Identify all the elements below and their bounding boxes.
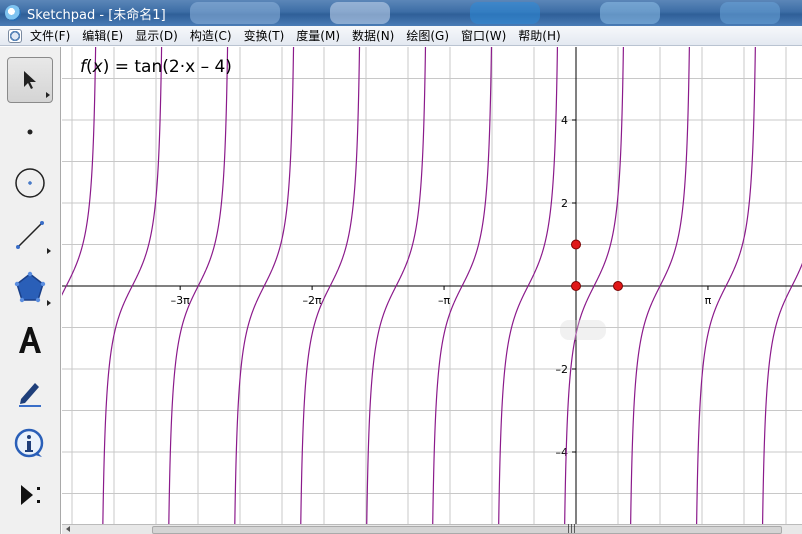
x-tick-label: π: [705, 294, 712, 307]
scroll-left-arrow-icon[interactable]: [66, 526, 70, 532]
info-icon: [14, 428, 44, 458]
polygon-tool[interactable]: [7, 264, 53, 310]
menu-window[interactable]: 窗口(W): [461, 27, 506, 44]
menu-edit[interactable]: 编辑(E): [82, 27, 123, 44]
text-tool[interactable]: [7, 317, 53, 363]
function-name: f: [80, 57, 86, 77]
control-point[interactable]: [613, 281, 623, 291]
point-icon: [27, 129, 33, 135]
document-icon[interactable]: [8, 28, 22, 43]
x-tick-label: –π: [438, 294, 451, 307]
menu-transform[interactable]: 变换(T): [244, 27, 285, 44]
hover-bubble: [560, 320, 606, 340]
window-title: Sketchpad - [未命名1]: [27, 7, 166, 23]
sketchpad-app-icon: [5, 5, 21, 21]
desktop-reflection: [330, 2, 390, 24]
menu-display[interactable]: 显示(D): [135, 27, 178, 44]
horizontal-scrollbar[interactable]: |||: [62, 524, 802, 534]
menu-construct[interactable]: 构造(C): [190, 27, 232, 44]
y-tick-label: 4: [561, 114, 568, 127]
menu-help[interactable]: 帮助(H): [518, 27, 560, 44]
x-tick-label: –3π: [171, 294, 190, 307]
marker-icon: [19, 383, 41, 407]
function-label[interactable]: f(x) = tan(2·x – 4): [80, 57, 232, 77]
scrollbar-grip-icon: |||: [567, 524, 577, 534]
x-tick-label: –2π: [303, 294, 322, 307]
function-expression: = tan(2·x – 4): [109, 57, 232, 77]
submenu-arrow-icon: [47, 248, 51, 254]
custom-tool[interactable]: [7, 472, 53, 518]
text-A-icon: [19, 327, 41, 353]
straightedge-tool[interactable]: [7, 212, 53, 258]
menu-data[interactable]: 数据(N): [352, 27, 394, 44]
arrow-select-tool[interactable]: [7, 57, 53, 103]
menu-graph[interactable]: 绘图(G): [406, 27, 449, 44]
marker-tool[interactable]: [7, 369, 53, 415]
control-point[interactable]: [571, 239, 581, 250]
menu-file[interactable]: 文件(F): [30, 27, 70, 44]
sketch-canvas[interactable]: –3π –2π –π π 4 2 –2 –4 f(x) = tan(2·x – 4): [62, 47, 802, 524]
graph-svg: –3π –2π –π π42–2–4: [62, 47, 802, 524]
y-tick-label: –2: [556, 363, 569, 376]
compass-tool[interactable]: [7, 160, 53, 206]
polygon-icon: [14, 271, 46, 303]
toolbox: [0, 47, 61, 534]
submenu-arrow-icon: [47, 300, 51, 306]
menu-measure[interactable]: 度量(M): [296, 27, 340, 44]
desktop-reflection: [190, 2, 280, 24]
title-bar: Sketchpad - [未命名1]: [0, 0, 802, 26]
desktop-reflection: [720, 2, 780, 24]
custom-tool-icon: [21, 485, 40, 505]
desktop-reflection: [470, 2, 540, 24]
information-tool[interactable]: [7, 421, 53, 467]
segment-icon: [16, 221, 44, 249]
scrollbar-thumb[interactable]: [152, 526, 782, 534]
arrow-icon: [24, 71, 36, 89]
menu-bar: 文件(F) 编辑(E) 显示(D) 构造(C) 变换(T) 度量(M) 数据(N…: [0, 26, 802, 46]
compass-icon: [15, 168, 45, 198]
y-tick-label: 2: [561, 197, 568, 210]
control-point[interactable]: [571, 281, 581, 291]
point-tool[interactable]: [7, 109, 53, 155]
submenu-arrow-icon: [46, 92, 50, 98]
desktop-reflection: [600, 2, 660, 24]
function-variable: x: [92, 57, 103, 77]
